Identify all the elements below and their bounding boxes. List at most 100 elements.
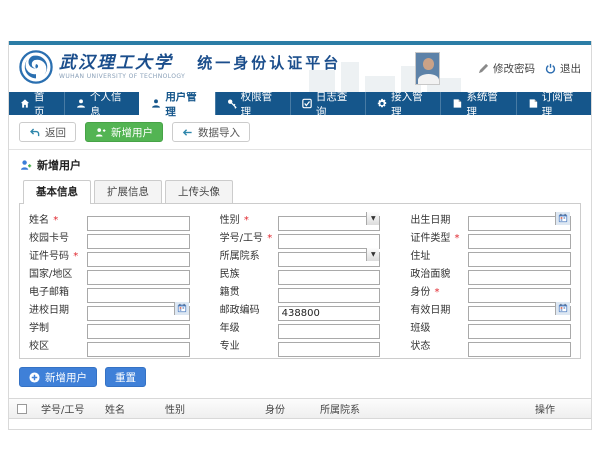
building-watermark — [365, 76, 395, 92]
nav-item-1[interactable]: 个人信息 — [64, 92, 139, 115]
chevron-down-icon[interactable]: ▼ — [366, 212, 379, 225]
gear-icon — [377, 98, 387, 109]
field-label: 年级 — [220, 319, 278, 334]
nav-item-label: 个人信息 — [90, 89, 128, 119]
table-header-3: 身份 — [265, 401, 320, 416]
back-label: 返回 — [45, 125, 66, 140]
field-label: 电子邮箱 — [29, 283, 87, 298]
校区-input[interactable] — [87, 342, 190, 357]
nav-item-5[interactable]: 接入管理 — [365, 92, 440, 115]
chevron-down-icon[interactable]: ▼ — [366, 248, 379, 261]
nav-item-3[interactable]: 权限管理 — [215, 92, 290, 115]
field-label: 有效日期 — [410, 301, 468, 316]
data-import-label: 数据导入 — [198, 125, 240, 140]
form-field: 学号/工号 * — [220, 228, 381, 244]
field-label: 学制 — [29, 319, 87, 334]
form-field: 国家/地区 — [29, 264, 190, 280]
required-marker: * — [244, 215, 249, 226]
data-import-button[interactable]: 数据导入 — [172, 122, 250, 142]
date-picker-button[interactable] — [555, 302, 570, 315]
table-header-0: 学号/工号 — [41, 401, 105, 416]
form-tab-1[interactable]: 扩展信息 — [94, 180, 162, 203]
select-all-checkbox[interactable] — [17, 404, 27, 414]
form-field: 性别 * ▼ — [220, 210, 381, 226]
toolbar: 返回 新增用户 数据导入 — [9, 115, 591, 149]
platform-title: 统一身份认证平台 — [197, 50, 341, 73]
nav-item-6[interactable]: 系统管理 — [440, 92, 515, 115]
required-marker: * — [73, 251, 78, 262]
form-field: 住址 — [410, 246, 571, 262]
专业-input[interactable] — [278, 342, 381, 357]
form-field: 有效日期 — [410, 300, 571, 316]
calendar-icon — [177, 303, 187, 313]
person-plus-icon — [20, 159, 32, 171]
logout-link[interactable]: 退出 — [545, 61, 581, 76]
notebook-icon — [452, 98, 462, 109]
nav-item-label: 系统管理 — [466, 89, 504, 119]
nav-item-label: 权限管理 — [241, 89, 279, 119]
plus-circle-icon — [29, 372, 40, 383]
field-label: 籍贯 — [220, 283, 278, 298]
add-user-toolbar-button[interactable]: 新增用户 — [85, 122, 163, 142]
required-marker: * — [455, 233, 460, 244]
nav-item-label: 用户管理 — [165, 89, 203, 119]
nav-item-2[interactable]: 用户管理 — [139, 92, 214, 115]
date-picker-button[interactable] — [174, 302, 189, 315]
reset-button[interactable]: 重置 — [105, 367, 146, 387]
result-table-header: 学号/工号姓名性别身份所属院系操作 — [9, 398, 591, 419]
back-button[interactable]: 返回 — [19, 122, 76, 142]
pencil-icon — [478, 63, 489, 74]
nav-item-4[interactable]: 日志查询 — [290, 92, 365, 115]
field-label: 校园卡号 — [29, 229, 87, 244]
field-label: 证件号码 * — [29, 247, 87, 262]
field-label: 国家/地区 — [29, 265, 87, 280]
field-label: 身份 * — [410, 283, 468, 298]
field-label: 政治面貌 — [410, 265, 468, 280]
form-tab-0[interactable]: 基本信息 — [23, 180, 91, 203]
field-label: 证件类型 * — [410, 229, 468, 244]
form-field: 进校日期 — [29, 300, 190, 316]
field-label: 状态 — [410, 337, 468, 352]
auth-platform-page: 武汉理工大学 WUHAN UNIVERSITY OF TECHNOLOGY 统一… — [8, 41, 592, 430]
user-avatar[interactable] — [415, 52, 440, 85]
nav-item-0[interactable]: 首页 — [9, 92, 64, 115]
date-picker-button[interactable] — [555, 212, 570, 225]
form-field: 校园卡号 — [29, 228, 190, 244]
field-label: 出生日期 — [410, 211, 468, 226]
field-label: 住址 — [410, 247, 468, 262]
form-field: 民族 — [220, 264, 381, 280]
submit-label: 新增用户 — [45, 370, 87, 385]
required-marker: * — [435, 287, 440, 298]
back-arrow-icon — [29, 127, 40, 138]
power-icon — [545, 63, 556, 74]
content: 返回 新增用户 数据导入 新增用户 基本信息扩展信息上传头像 姓名 *性别 *▼… — [9, 115, 591, 429]
user-icon — [76, 98, 86, 109]
university-name: 武汉理工大学 — [59, 54, 185, 73]
form-field: 籍贯 — [220, 282, 381, 298]
field-label: 专业 — [220, 337, 278, 352]
change-password-link[interactable]: 修改密码 — [478, 61, 535, 76]
form-field: 校区 — [29, 336, 190, 352]
field-label: 邮政编码 — [220, 301, 278, 316]
change-password-label: 修改密码 — [493, 61, 535, 76]
users-icon — [151, 98, 161, 109]
university-logo — [19, 50, 53, 84]
required-marker: * — [267, 233, 272, 244]
form-actions: 新增用户 重置 — [9, 359, 591, 393]
field-label: 所属院系 — [220, 247, 278, 262]
log-icon — [302, 98, 312, 109]
table-header-4: 所属院系 — [320, 401, 535, 416]
nav-item-label: 日志查询 — [316, 89, 354, 119]
form-tab-2[interactable]: 上传头像 — [165, 180, 233, 203]
form-field: 状态 — [410, 336, 571, 352]
submit-add-user-button[interactable]: 新增用户 — [19, 367, 97, 387]
nav-item-7[interactable]: 订阅管理 — [516, 92, 591, 115]
field-label: 校区 — [29, 337, 87, 352]
field-label: 性别 * — [220, 211, 278, 226]
状态-input[interactable] — [468, 342, 571, 357]
reset-label: 重置 — [115, 370, 136, 385]
table-header-1: 姓名 — [105, 401, 165, 416]
university-name-en: WUHAN UNIVERSITY OF TECHNOLOGY — [59, 73, 185, 80]
header: 武汉理工大学 WUHAN UNIVERSITY OF TECHNOLOGY 统一… — [9, 45, 591, 92]
nav-item-label: 接入管理 — [391, 89, 429, 119]
